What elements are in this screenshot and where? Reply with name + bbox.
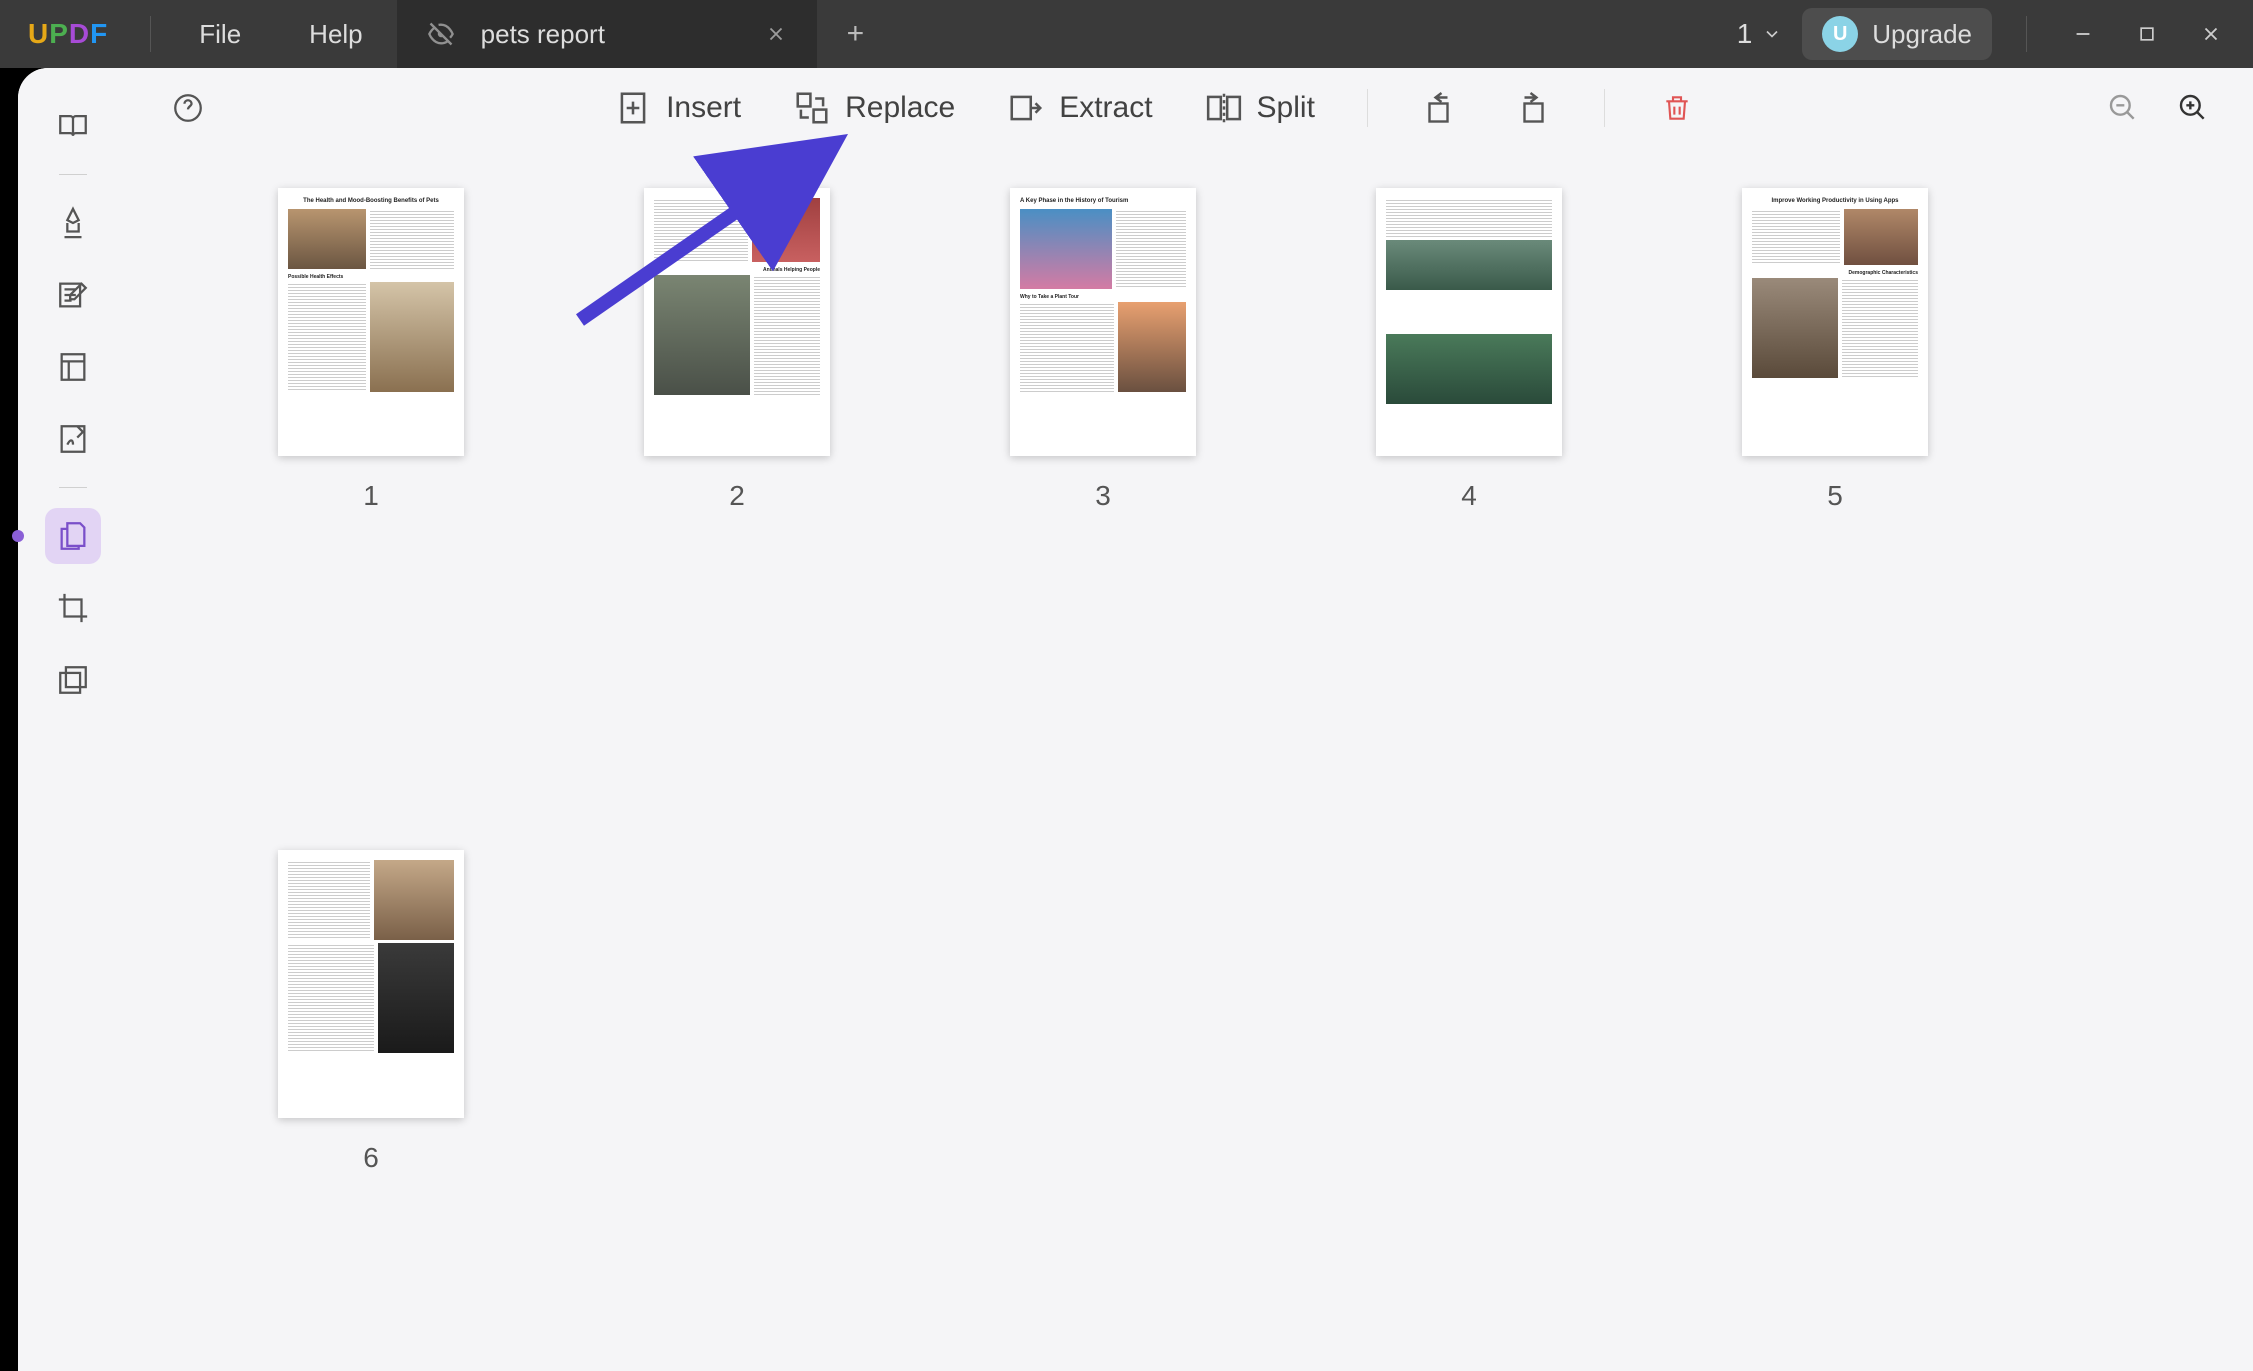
app-logo: UPDF <box>0 18 136 50</box>
pages-icon <box>56 519 90 553</box>
highlighter-icon <box>56 206 90 240</box>
page-indicator[interactable]: 1 <box>1737 18 1783 50</box>
menu-help[interactable]: Help <box>275 19 396 50</box>
insert-button[interactable]: Insert <box>614 89 741 127</box>
page-title: Improve Working Productivity in Using Ap… <box>1752 198 1918 205</box>
help-icon <box>171 91 205 125</box>
delete-page-button[interactable] <box>1657 88 1697 128</box>
book-open-icon <box>56 109 90 143</box>
extract-label: Extract <box>1059 91 1152 125</box>
sidebar-comment-button[interactable] <box>45 195 101 251</box>
split-button[interactable]: Split <box>1205 89 1315 127</box>
maximize-button[interactable] <box>2125 12 2169 56</box>
divider <box>2026 16 2027 52</box>
replace-button[interactable]: Replace <box>793 89 955 127</box>
close-window-button[interactable] <box>2189 12 2233 56</box>
insert-label: Insert <box>666 91 741 125</box>
divider <box>1367 89 1368 127</box>
help-button[interactable] <box>168 88 208 128</box>
page-number: 3 <box>1095 480 1111 512</box>
stacked-pages-icon <box>56 663 90 697</box>
page-thumbnail[interactable]: 4 <box>1376 188 1562 512</box>
page-thumbnail[interactable]: The Health and Mood-Boosting Benefits of… <box>278 188 464 512</box>
active-indicator-dot <box>12 530 24 542</box>
avatar: U <box>1822 16 1858 52</box>
zoom-out-icon <box>2107 92 2139 124</box>
page-number: 5 <box>1827 480 1843 512</box>
sidebar-fill-sign-button[interactable] <box>45 411 101 467</box>
sidebar-form-button[interactable] <box>45 339 101 395</box>
upgrade-button[interactable]: U Upgrade <box>1802 8 1992 60</box>
zoom-in-icon <box>2177 92 2209 124</box>
eye-off-icon <box>427 20 455 48</box>
extract-icon <box>1007 89 1045 127</box>
page-layout-icon <box>56 350 90 384</box>
divider <box>1604 89 1605 127</box>
rotate-left-button[interactable] <box>1420 88 1460 128</box>
sidebar-crop-button[interactable] <box>45 580 101 636</box>
sidebar-edit-button[interactable] <box>45 267 101 323</box>
rotate-right-icon <box>1514 90 1550 126</box>
chevron-down-icon <box>1762 24 1782 44</box>
zoom-in-button[interactable] <box>2173 88 2213 128</box>
page-number: 1 <box>363 480 379 512</box>
page-thumbnail[interactable]: Animals Helping People 2 <box>644 188 830 512</box>
divider <box>59 174 87 175</box>
organize-toolbar: Insert Replace Extract Split <box>128 68 2253 148</box>
split-label: Split <box>1257 91 1315 125</box>
page-number: 4 <box>1461 480 1477 512</box>
page-thumbnail[interactable]: 6 <box>278 850 464 1174</box>
rotate-left-icon <box>1422 90 1458 126</box>
tab-label: pets report <box>481 19 739 50</box>
extract-button[interactable]: Extract <box>1007 89 1152 127</box>
page-number: 2 <box>729 480 745 512</box>
split-icon <box>1205 89 1243 127</box>
sidebar-reader-button[interactable] <box>45 98 101 154</box>
left-sidebar <box>18 68 128 1371</box>
title-bar: UPDF File Help pets report + 1 U Upgrade <box>0 0 2253 68</box>
replace-icon <box>793 89 831 127</box>
insert-page-icon <box>614 89 652 127</box>
page-number: 6 <box>363 1142 379 1174</box>
trash-icon <box>1661 92 1693 124</box>
page-thumbnail[interactable]: Improve Working Productivity in Using Ap… <box>1742 188 1928 512</box>
minimize-button[interactable] <box>2061 12 2105 56</box>
sign-icon <box>56 422 90 456</box>
sidebar-organize-pages-button[interactable] <box>45 508 101 564</box>
page-title: The Health and Mood-Boosting Benefits of… <box>288 198 454 205</box>
edit-text-icon <box>56 278 90 312</box>
upgrade-label: Upgrade <box>1872 19 1972 50</box>
page-indicator-value: 1 <box>1737 18 1753 50</box>
sidebar-redact-button[interactable] <box>45 652 101 708</box>
rotate-right-button[interactable] <box>1512 88 1552 128</box>
page-title: A Key Phase in the History of Tourism <box>1020 198 1186 205</box>
main-area: Insert Replace Extract Split <box>128 68 2253 1371</box>
page-thumbnail[interactable]: A Key Phase in the History of Tourism Wh… <box>1010 188 1196 512</box>
document-tab[interactable]: pets report <box>397 0 817 68</box>
menu-file[interactable]: File <box>165 19 275 50</box>
page-thumbnails-grid: The Health and Mood-Boosting Benefits of… <box>128 148 2253 1371</box>
divider <box>150 16 151 52</box>
zoom-out-button[interactable] <box>2103 88 2143 128</box>
app-body: Insert Replace Extract Split <box>18 68 2253 1371</box>
crop-icon <box>56 591 90 625</box>
replace-label: Replace <box>845 91 955 125</box>
close-tab-icon[interactable] <box>765 23 787 45</box>
divider <box>59 487 87 488</box>
new-tab-button[interactable]: + <box>817 17 895 51</box>
